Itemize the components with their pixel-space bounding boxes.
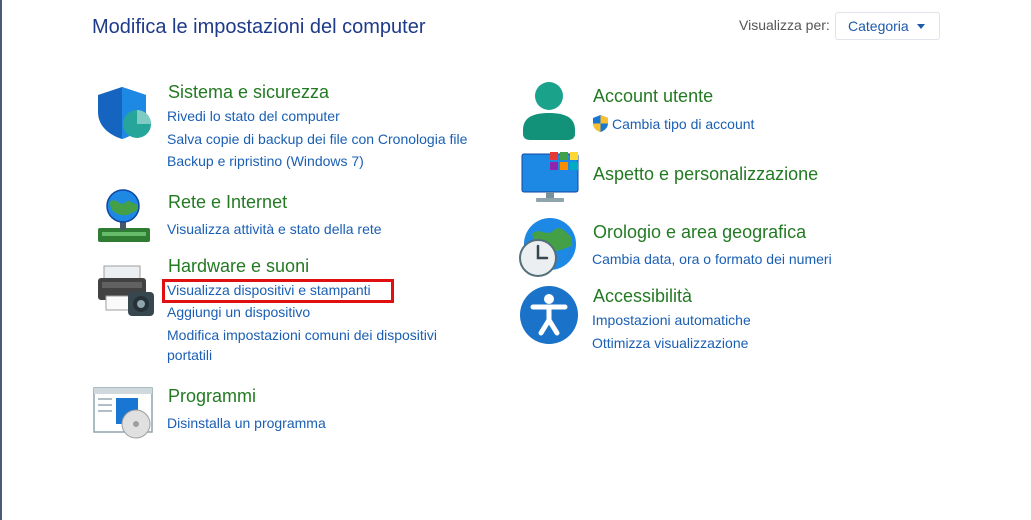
- category-programmi[interactable]: Programmi: [168, 386, 256, 407]
- printer-icon[interactable]: [94, 262, 156, 318]
- programs-disc-icon[interactable]: [92, 386, 156, 440]
- link-cambia-tipo-account[interactable]: Cambia tipo di account: [612, 116, 754, 132]
- link-aggiungi-dispositivo[interactable]: Aggiungi un dispositivo: [167, 304, 310, 320]
- uac-shield-icon: [593, 115, 608, 132]
- link-attivita-rete[interactable]: Visualizza attività e stato della rete: [167, 221, 382, 237]
- link-rivedi-stato[interactable]: Rivedi lo stato del computer: [167, 108, 340, 124]
- link-impostazioni-portatili-cont[interactable]: portatili: [167, 347, 212, 363]
- page-title: Modifica le impostazioni del computer: [92, 16, 426, 38]
- category-rete-internet[interactable]: Rete e Internet: [168, 192, 287, 213]
- network-globe-icon[interactable]: [94, 188, 154, 246]
- clock-globe-icon[interactable]: [516, 216, 580, 278]
- category-account-utente[interactable]: Account utente: [593, 86, 713, 107]
- link-cronologia-file[interactable]: Salva copie di backup dei file con Crono…: [167, 131, 467, 147]
- category-hardware-suoni[interactable]: Hardware e suoni: [168, 256, 309, 277]
- monitor-icon[interactable]: [520, 150, 580, 204]
- link-ottimizza-visualizzazione[interactable]: Ottimizza visualizzazione: [592, 335, 748, 351]
- link-cambia-data-ora[interactable]: Cambia data, ora o formato dei numeri: [592, 251, 832, 267]
- window-left-edge: [0, 0, 2, 520]
- accessibility-icon[interactable]: [518, 284, 580, 346]
- view-by-label: Visualizza per:: [739, 17, 830, 33]
- view-by-value: Categoria: [848, 18, 909, 34]
- category-aspetto-personalizzazione[interactable]: Aspetto e personalizzazione: [593, 164, 818, 185]
- link-impostazioni-automatiche[interactable]: Impostazioni automatiche: [592, 312, 751, 328]
- view-by-dropdown[interactable]: Categoria: [835, 12, 940, 40]
- link-impostazioni-portatili[interactable]: Modifica impostazioni comuni dei disposi…: [167, 327, 437, 343]
- category-sistema-sicurezza[interactable]: Sistema e sicurezza: [168, 82, 329, 103]
- category-orologio-area[interactable]: Orologio e area geografica: [593, 222, 806, 243]
- category-accessibilita[interactable]: Accessibilità: [593, 286, 692, 307]
- chevron-down-icon: [917, 24, 925, 29]
- link-disinstalla-programma[interactable]: Disinstalla un programma: [167, 415, 326, 431]
- highlight-box: [162, 279, 394, 303]
- link-backup-ripristino[interactable]: Backup e ripristino (Windows 7): [167, 153, 364, 169]
- user-icon[interactable]: [520, 80, 578, 142]
- shield-icon[interactable]: [94, 84, 154, 140]
